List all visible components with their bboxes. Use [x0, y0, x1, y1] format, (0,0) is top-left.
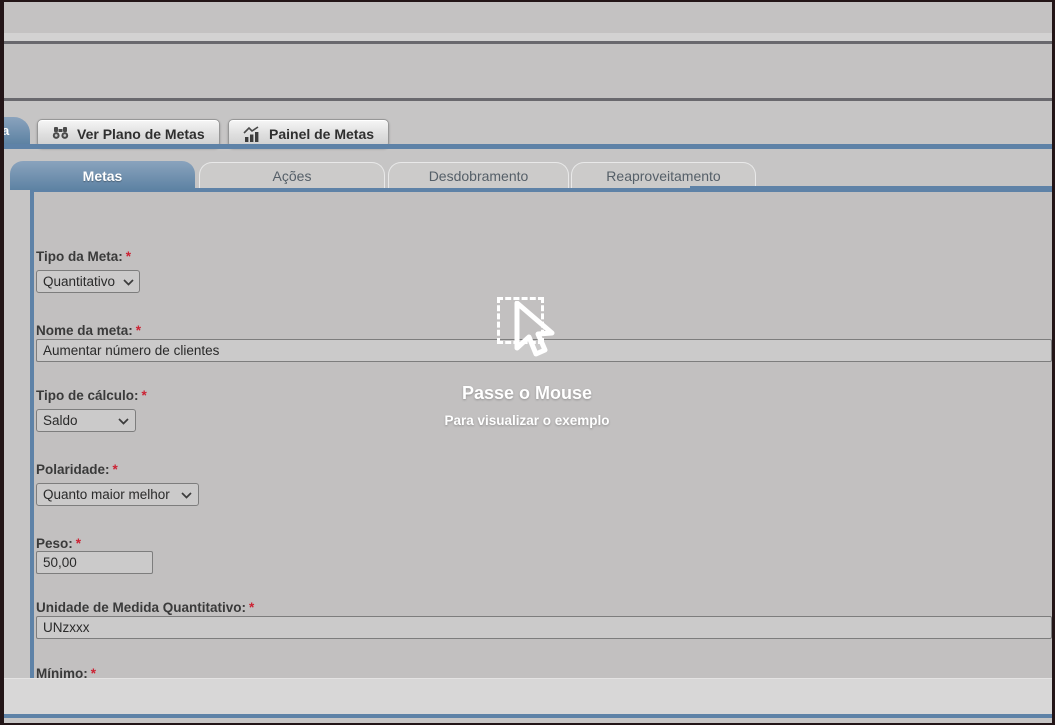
- bottom-scroll-bar[interactable]: [4, 678, 1052, 714]
- peso-input[interactable]: [36, 551, 153, 574]
- tab-desdobramento-label: Desdobramento: [429, 168, 529, 184]
- window-border-left: [0, 0, 4, 725]
- binoculars-icon: [52, 126, 69, 141]
- required-asterisk: *: [249, 600, 254, 615]
- outer-tab-partial[interactable]: a: [0, 117, 30, 144]
- tab-reaproveitamento[interactable]: Reaproveitamento: [571, 162, 756, 189]
- chevron-down-icon: [123, 274, 134, 289]
- required-asterisk: *: [126, 249, 131, 264]
- bar-chart-icon: [243, 126, 261, 142]
- required-asterisk: *: [76, 536, 81, 551]
- tipo-da-meta-select[interactable]: Quantitativo: [36, 270, 140, 293]
- tipo-da-meta-label: Tipo da Meta:*: [36, 249, 131, 264]
- unidade-de-medida-label: Unidade de Medida Quantitativo:*: [36, 600, 254, 615]
- nome-da-meta-label: Nome da meta:*: [36, 323, 141, 338]
- ver-plano-de-metas-label: Ver Plano de Metas: [77, 126, 205, 142]
- cursor-icon: [514, 301, 566, 370]
- chevron-down-icon: [118, 413, 129, 428]
- unidade-de-medida-input[interactable]: [36, 616, 1052, 639]
- header-divider-dark-2: [4, 98, 1052, 101]
- hover-overlay-text: Passe o Mouse Para visualizar o exemplo: [377, 383, 677, 428]
- required-asterisk: *: [136, 323, 141, 338]
- hover-overlay-title: Passe o Mouse: [377, 383, 677, 404]
- toolbar-underline: [4, 144, 1052, 149]
- tipo-de-calculo-label: Tipo de cálculo:*: [36, 388, 147, 403]
- tab-acoes[interactable]: Ações: [199, 162, 385, 189]
- painel-de-metas-label: Painel de Metas: [269, 126, 374, 142]
- polaridade-label: Polaridade:*: [36, 462, 118, 477]
- header-divider-light: [4, 33, 1052, 41]
- tab-acoes-label: Ações: [273, 168, 312, 184]
- tipo-de-calculo-select[interactable]: Saldo: [36, 409, 136, 432]
- window-border-top: [0, 0, 1055, 2]
- required-asterisk: *: [142, 388, 147, 403]
- tab-reaproveitamento-label: Reaproveitamento: [606, 168, 720, 184]
- required-asterisk: *: [113, 462, 118, 477]
- polaridade-value: Quanto maior melhor: [43, 487, 170, 502]
- tipo-de-calculo-value: Saldo: [43, 413, 78, 428]
- peso-label: Peso:*: [36, 536, 81, 551]
- header-bar-middle: [4, 44, 1052, 98]
- polaridade-select[interactable]: Quanto maior melhor: [36, 483, 199, 506]
- tab-desdobramento[interactable]: Desdobramento: [388, 162, 569, 189]
- hover-overlay-subtitle: Para visualizar o exemplo: [377, 413, 677, 428]
- header-bar-top: [4, 2, 1052, 33]
- tab-metas[interactable]: Metas: [10, 161, 195, 190]
- tab-metas-label: Metas: [83, 168, 123, 184]
- tipo-da-meta-value: Quantitativo: [43, 274, 115, 289]
- chevron-down-icon: [181, 487, 192, 502]
